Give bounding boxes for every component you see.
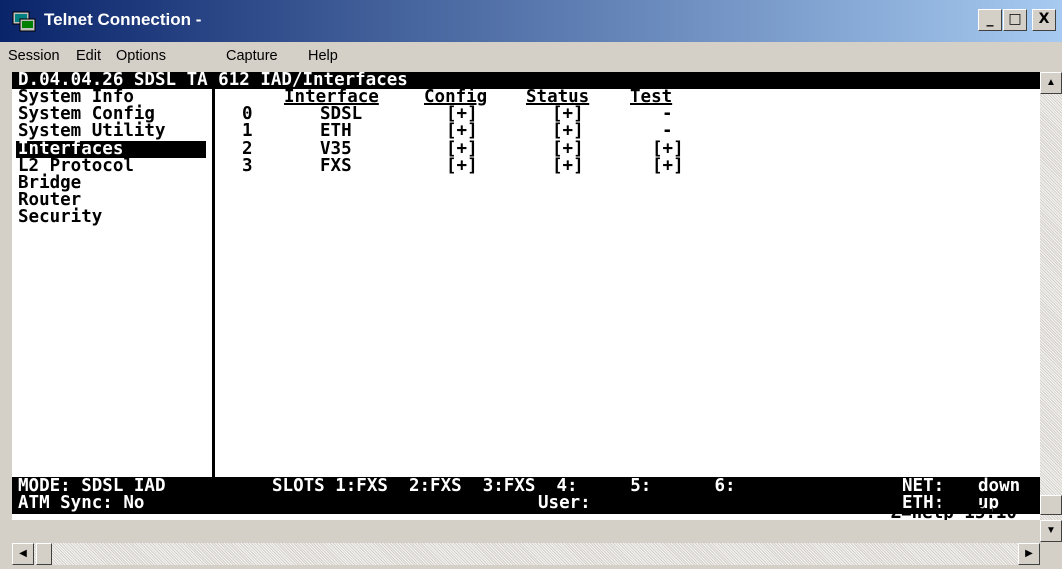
row-index: 1 — [242, 121, 253, 141]
menu-capture[interactable]: Capture — [226, 48, 278, 64]
telnet-window: Telnet Connection - _ □ X Session Edit O… — [0, 0, 1062, 569]
window-title: Telnet Connection - — [44, 10, 202, 29]
vertical-scroll-thumb[interactable] — [1040, 495, 1062, 515]
nav-item-security[interactable]: Security — [18, 208, 102, 226]
close-button[interactable]: X — [1032, 9, 1056, 31]
row-index: 3 — [242, 156, 253, 176]
telnet-app-icon — [12, 11, 36, 32]
horizontal-scrollbar[interactable]: ◀ ▶ — [12, 543, 1040, 565]
test-toggle[interactable]: [+] — [652, 157, 684, 175]
config-toggle[interactable]: [+] — [446, 122, 478, 140]
config-toggle[interactable]: [+] — [446, 157, 478, 175]
interface-name: ETH — [320, 121, 352, 141]
minimize-button[interactable]: _ — [978, 9, 1002, 31]
slots-status: SLOTS 1:FXS 2:FXS 3:FXS 4: 5: 6: — [272, 476, 736, 496]
interface-name: FXS — [320, 156, 352, 176]
menu-session[interactable]: Session — [8, 48, 60, 64]
vertical-scrollbar[interactable]: ▲ ▼ — [1040, 72, 1062, 542]
nav-divider — [212, 89, 215, 479]
maximize-button[interactable]: □ — [1003, 9, 1027, 31]
terminal-screen[interactable]: D.04.04.26 SDSL TA 612 IAD/Interfaces Sy… — [12, 72, 1040, 520]
scroll-down-icon[interactable]: ▼ — [1040, 520, 1062, 542]
menu-edit[interactable]: Edit — [76, 48, 101, 64]
atm-sync-status: ATM Sync: No — [18, 493, 145, 513]
scroll-up-icon[interactable]: ▲ — [1040, 72, 1062, 94]
status-toggle[interactable]: [+] — [552, 122, 584, 140]
test-value: - — [662, 121, 673, 141]
menu-options[interactable]: Options — [116, 48, 166, 64]
scroll-right-icon[interactable]: ▶ — [1018, 543, 1040, 565]
scroll-left-icon[interactable]: ◀ — [12, 543, 34, 565]
title-bar[interactable]: Telnet Connection - _ □ X — [0, 0, 1062, 42]
horizontal-scroll-thumb[interactable] — [36, 543, 52, 565]
menu-help[interactable]: Help — [308, 48, 338, 64]
help-hint: ^Z=help 15:10 — [880, 503, 1017, 520]
user-label: User: — [538, 493, 591, 513]
status-toggle[interactable]: [+] — [552, 157, 584, 175]
menu-bar: Session Edit Options Capture Help — [0, 44, 1062, 70]
nav-item-system-utility[interactable]: System Utility — [18, 122, 166, 140]
